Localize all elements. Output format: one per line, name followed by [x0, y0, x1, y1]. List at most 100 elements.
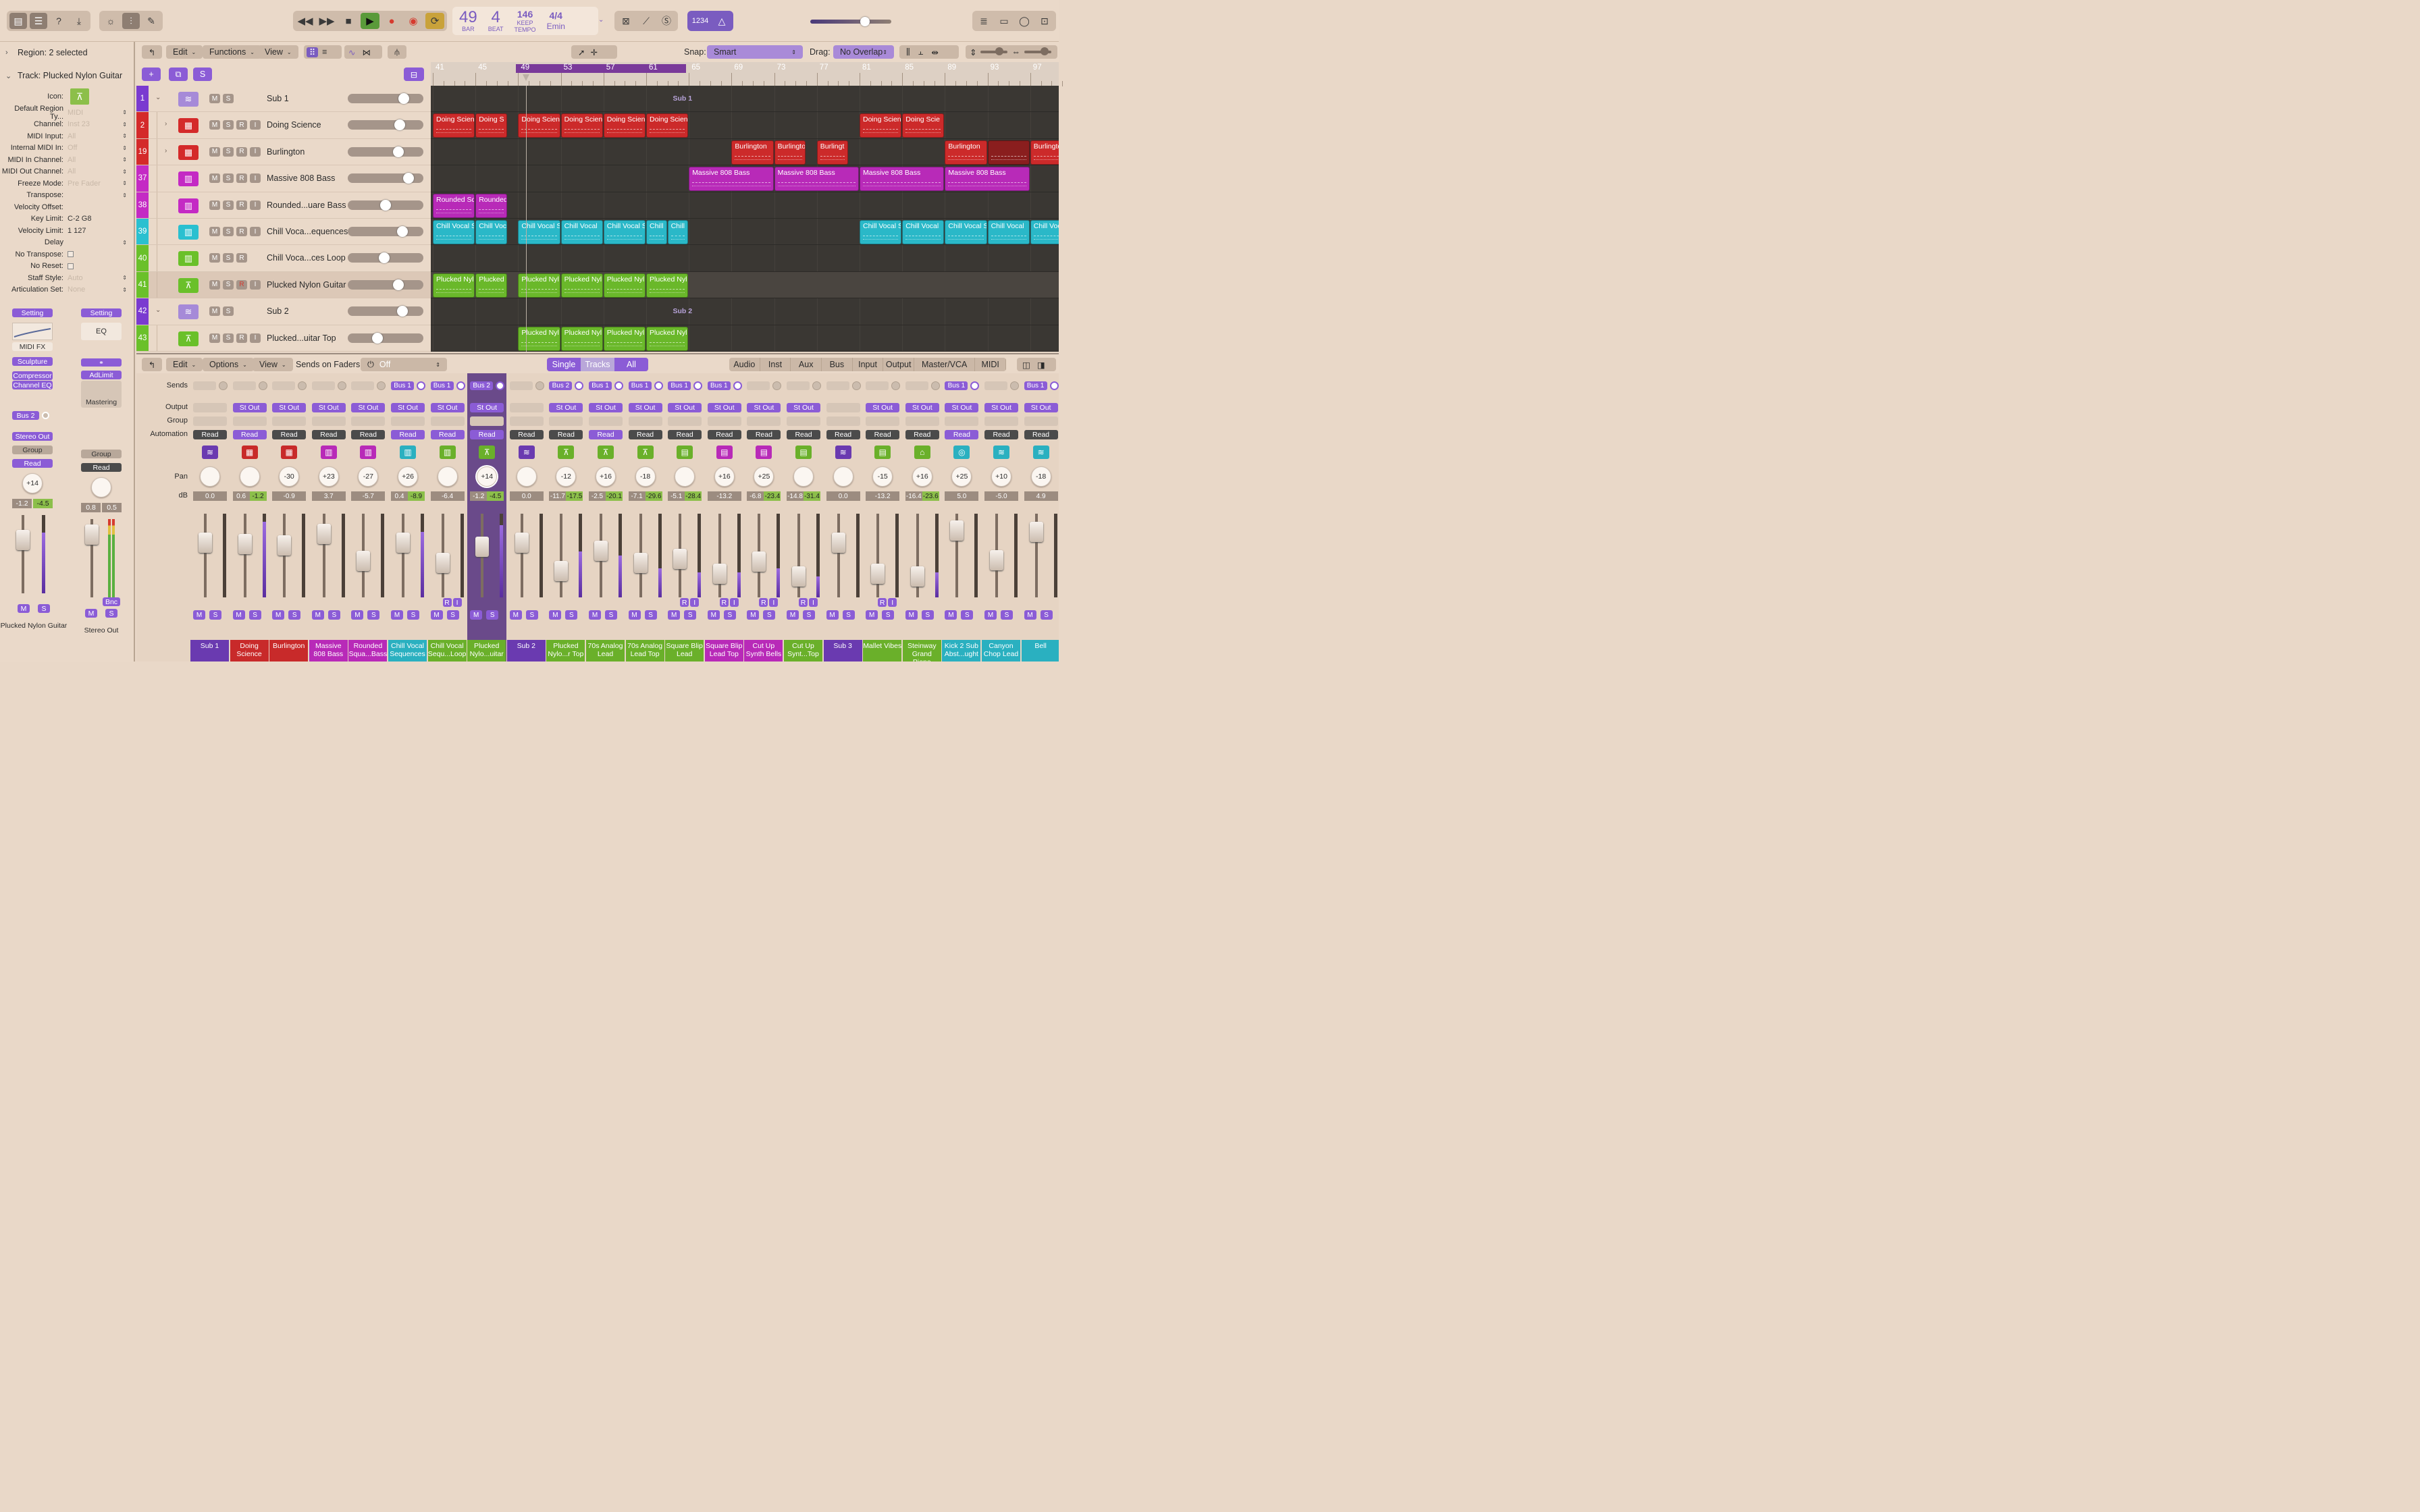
channel-name[interactable]: Plucked Nylo...uitar: [467, 640, 506, 662]
plugin-slot-3[interactable]: Channel EQ: [12, 381, 53, 389]
grid-view-icon[interactable]: ⠿: [307, 47, 319, 57]
region[interactable]: Chill Vocal: [987, 220, 1030, 244]
automation-mode[interactable]: Read: [1024, 430, 1058, 439]
send-knob[interactable]: [496, 381, 505, 390]
group-slot[interactable]: [668, 416, 702, 426]
wide-strips-icon[interactable]: ◫: [1022, 360, 1030, 370]
group-slot[interactable]: [984, 416, 1018, 426]
drum-machine-icon[interactable]: ▦: [178, 144, 199, 160]
region[interactable]: Plucked Nyl: [646, 273, 689, 298]
master-volume-knob[interactable]: [860, 17, 870, 26]
group-slot[interactable]: [232, 416, 267, 426]
track-header[interactable]: 2 › ▦ M S R I Doing Science: [136, 112, 431, 139]
synth-icon[interactable]: ▥: [400, 446, 416, 459]
solo-button[interactable]: S: [525, 610, 538, 620]
solo-button[interactable]: S: [565, 610, 578, 620]
track-volume-slider[interactable]: [348, 306, 423, 317]
solo-button[interactable]: S: [1040, 610, 1053, 620]
record-enable-button[interactable]: R: [878, 598, 887, 607]
record-enable-button[interactable]: R: [236, 227, 247, 236]
send-knob[interactable]: [298, 381, 307, 390]
pan-knob[interactable]: +25: [951, 466, 972, 487]
pan-knob[interactable]: +16: [596, 466, 616, 487]
region[interactable]: [987, 140, 1030, 165]
functions-menu[interactable]: Functions ⌄: [203, 45, 261, 59]
chevron-updown-icon[interactable]: ⇕: [122, 145, 127, 151]
send-knob[interactable]: [812, 381, 821, 390]
waveform-icon[interactable]: ≋: [993, 446, 1009, 459]
send-slot[interactable]: [826, 381, 849, 390]
channel-name[interactable]: Sub 2: [506, 640, 546, 662]
volume-readout[interactable]: 3.7: [311, 491, 346, 501]
guitar-icon[interactable]: ⊼: [598, 446, 614, 459]
channel-name[interactable]: Burlington: [269, 640, 309, 662]
mute-button[interactable]: M: [85, 609, 97, 618]
track-lane[interactable]: [431, 298, 1059, 325]
output-slot[interactable]: St Out: [351, 403, 386, 412]
replace-icon[interactable]: ⊠: [617, 13, 635, 29]
solo-button[interactable]: S: [605, 610, 617, 620]
volume-knob[interactable]: [394, 119, 406, 131]
send-slot[interactable]: Bus 1: [391, 381, 414, 390]
solo-button[interactable]: S: [223, 94, 234, 103]
solo-button[interactable]: S: [367, 610, 380, 620]
send-slot[interactable]: Bus 2: [12, 411, 39, 420]
output-slot[interactable]: St Out: [430, 403, 465, 412]
pan-knob[interactable]: +16: [912, 466, 932, 487]
pointer-tool-icon[interactable]: ➚: [578, 47, 585, 57]
volume-readout[interactable]: 5.0: [945, 491, 979, 501]
pan-knob[interactable]: -15: [872, 466, 893, 487]
record-enable-button[interactable]: R: [236, 333, 247, 343]
solo-button[interactable]: S: [223, 120, 234, 130]
volume-fader[interactable]: [554, 561, 569, 581]
volume-fader[interactable]: [871, 564, 885, 584]
region[interactable]: Burlington: [1030, 140, 1059, 165]
region[interactable]: Rounded Sq: [433, 193, 475, 218]
send-slot[interactable]: Bus 1: [668, 381, 691, 390]
channel-name[interactable]: Square Blip Lead: [665, 640, 704, 662]
global-solo-icon[interactable]: S: [193, 68, 212, 81]
guitar-icon[interactable]: ⊼: [558, 446, 575, 459]
cycle-range[interactable]: [516, 64, 686, 73]
drummer-icon[interactable]: ◎: [953, 446, 970, 459]
stop-icon[interactable]: ■: [339, 13, 358, 29]
solo-button[interactable]: S: [105, 609, 117, 618]
input-monitor-button[interactable]: I: [250, 173, 261, 184]
region[interactable]: Plucked Nyl: [518, 326, 560, 351]
send-slot[interactable]: [193, 381, 216, 390]
help-icon[interactable]: ?: [50, 13, 68, 29]
metronome-icon[interactable]: △: [713, 13, 731, 29]
synth-icon[interactable]: ▥: [178, 171, 199, 187]
region[interactable]: Chill Voc: [475, 220, 507, 244]
filter-audio[interactable]: Audio: [729, 358, 760, 371]
automation-mode[interactable]: Read: [984, 430, 1018, 439]
mute-button[interactable]: M: [209, 146, 220, 157]
mute-button[interactable]: M: [209, 173, 220, 184]
mute-button[interactable]: M: [589, 610, 601, 620]
automation-curve-icon[interactable]: ∿: [348, 47, 355, 57]
solo-button[interactable]: S: [223, 146, 234, 157]
volume-readout[interactable]: 0.4: [391, 491, 408, 501]
record-enable-button[interactable]: R: [719, 598, 729, 607]
region[interactable]: Chill Vocal: [902, 220, 945, 244]
send-slot[interactable]: [232, 381, 256, 390]
region[interactable]: Massive 808 Bass: [689, 167, 774, 192]
guitar-icon[interactable]: ⊼: [178, 277, 199, 293]
group-slot[interactable]: [509, 416, 544, 426]
channel-name[interactable]: Steinway Grand Piano: [902, 640, 941, 662]
volume-knob[interactable]: [393, 146, 404, 157]
track-volume-slider[interactable]: [348, 173, 423, 184]
add-track-icon[interactable]: +: [142, 68, 161, 81]
record-arm-icon[interactable]: ◉: [404, 13, 423, 29]
group-slot[interactable]: [945, 416, 979, 426]
volume-readout[interactable]: -5.0: [984, 491, 1018, 501]
chevron-updown-icon[interactable]: ⇕: [122, 192, 127, 198]
options-menu[interactable]: Options ⌄: [203, 358, 254, 371]
keyboard-icon[interactable]: ▤: [874, 446, 891, 459]
count-in-button[interactable]: 1234: [690, 13, 710, 29]
snap-select[interactable]: Smart ⇕: [707, 45, 803, 59]
mute-button[interactable]: M: [905, 610, 918, 620]
volume-readout[interactable]: -16.4: [905, 491, 922, 501]
volume-fader[interactable]: [396, 533, 410, 553]
input-monitor-button[interactable]: I: [250, 227, 261, 236]
